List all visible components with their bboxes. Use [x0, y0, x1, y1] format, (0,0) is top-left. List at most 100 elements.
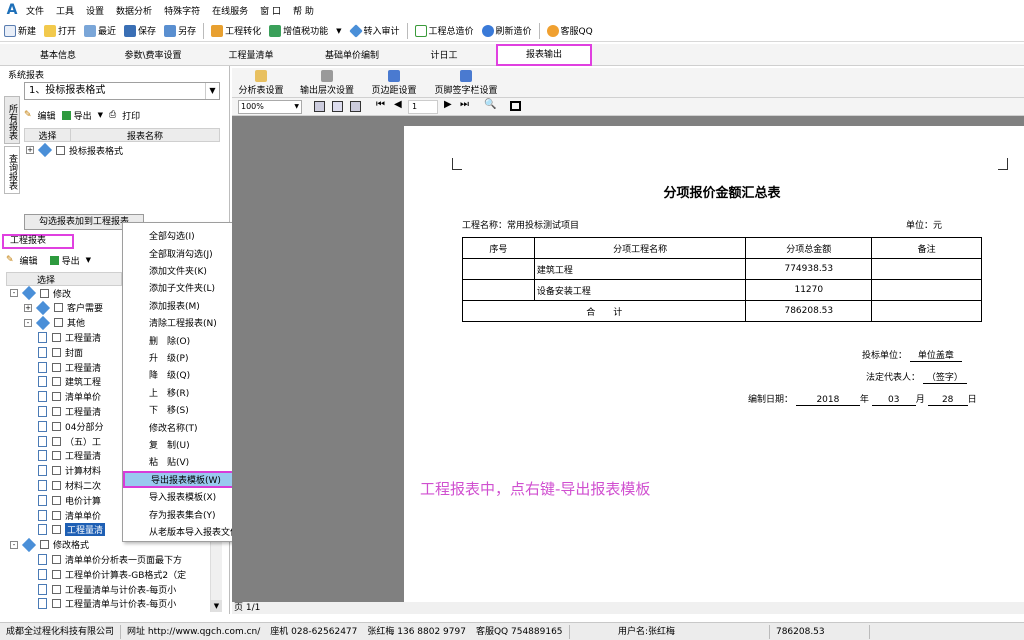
tree-checkbox[interactable] [52, 347, 61, 357]
project-reports-label[interactable]: 工程报表 [2, 234, 74, 249]
tab-query-reports[interactable]: 查询报表 [4, 146, 20, 194]
multi-page-icon[interactable] [350, 101, 361, 112]
customer-qq-button[interactable]: 客服QQ [546, 21, 593, 41]
total-cost-button[interactable]: 工程总造价 [414, 21, 474, 41]
tree-checkbox[interactable] [52, 599, 61, 609]
tab-unit-price[interactable]: 基础单价编制 [312, 47, 392, 65]
menu-tools[interactable]: 工具 [56, 4, 74, 17]
tree-checkbox[interactable] [52, 406, 61, 416]
tab-daywork[interactable]: 计日工 [416, 47, 472, 65]
zoom-icon[interactable]: 🔍 [484, 99, 496, 110]
tree-checkbox[interactable] [52, 362, 61, 372]
collapse-icon[interactable]: - [10, 289, 18, 297]
output-level-button[interactable]: 输出层次设置 [296, 70, 358, 96]
menu-special-chars[interactable]: 特殊字符 [164, 4, 200, 17]
save-button[interactable]: 保存 [124, 21, 156, 41]
tree-folder[interactable]: + 客户需要 [24, 300, 103, 315]
tree-item[interactable]: （五）工 [38, 434, 101, 448]
tree-item[interactable]: 清单单价 [38, 508, 101, 522]
tree-item[interactable]: 清单单价 [38, 390, 101, 404]
tree-item[interactable]: + 投标报表格式 [26, 142, 123, 158]
new-button[interactable]: 新建 [4, 21, 36, 41]
scroll-down-icon[interactable]: ▼ [211, 600, 222, 612]
tree-item[interactable]: 04分部分 [38, 419, 103, 433]
tree-checkbox[interactable] [54, 303, 63, 313]
expand-icon[interactable]: + [24, 303, 32, 312]
print-button[interactable]: 打印 [122, 109, 140, 122]
open-button[interactable]: 打开 [44, 21, 76, 41]
tree-folder[interactable]: - 修改 [10, 285, 71, 301]
tab-parameters[interactable]: 参数\费率设置 [108, 47, 198, 65]
tree-checkbox[interactable] [52, 554, 61, 564]
menu-online-service[interactable]: 在线服务 [212, 4, 248, 17]
refresh-cost-button[interactable]: 刷新造价 [481, 21, 532, 41]
tree-item[interactable]: 封面 [38, 345, 83, 359]
transfer-audit-button[interactable]: 转入审计 [348, 21, 400, 41]
tree-item[interactable]: 工程量清 [38, 330, 101, 344]
edit-button[interactable]: 编辑 [20, 254, 38, 267]
tab-all-reports[interactable]: 所有报表 [4, 96, 20, 144]
last-page-icon[interactable]: ⏭ [460, 99, 469, 110]
tree-item[interactable]: 工程量清 [38, 404, 101, 418]
tree-checkbox[interactable] [52, 584, 61, 594]
tree-checkbox[interactable] [40, 540, 49, 550]
edit-button[interactable]: 编辑 [38, 109, 56, 122]
collapse-icon[interactable]: - [10, 540, 18, 549]
menu-help[interactable]: 帮 助 [293, 4, 314, 17]
first-page-icon[interactable]: ⏮ [376, 99, 385, 110]
fit-width-icon[interactable] [332, 101, 343, 112]
tab-bill-of-quantities[interactable]: 工程量清单 [216, 47, 286, 65]
tree-checkbox[interactable] [52, 495, 61, 505]
export-button[interactable]: 导出 [74, 109, 92, 122]
tree-item[interactable]: 工程量清单与计价表-每页小 [38, 597, 176, 611]
tree-checkbox[interactable] [54, 318, 63, 328]
page-number-input[interactable]: 1 [408, 100, 438, 114]
menu-window[interactable]: 窗 口 [260, 4, 281, 17]
project-convert-button[interactable]: 工程转化 [211, 21, 261, 41]
prev-page-icon[interactable]: ◀ [394, 99, 402, 110]
tree-item[interactable]: 电价计算 [38, 493, 101, 507]
tab-basic-info[interactable]: 基本信息 [28, 47, 88, 65]
collapse-icon[interactable]: - [24, 318, 32, 327]
fullscreen-icon[interactable] [510, 101, 521, 111]
save-as-button[interactable]: 另存 [164, 21, 196, 41]
tree-folder[interactable]: - 修改格式 [10, 537, 89, 552]
tree-item[interactable]: 工程量清 [38, 523, 106, 537]
tree-item[interactable]: 材料二次 [38, 478, 101, 492]
tree-checkbox[interactable] [52, 392, 61, 402]
zoom-select[interactable]: 100% ▼ [238, 100, 302, 114]
tree-item[interactable]: 工程量清单与计价表-每页小 [38, 582, 176, 596]
tree-item[interactable]: 建筑工程 [38, 375, 101, 389]
tree-item[interactable]: 工程量清 [38, 360, 101, 374]
tree-checkbox[interactable] [52, 436, 61, 446]
menu-data-analysis[interactable]: 数据分析 [116, 4, 152, 17]
next-page-icon[interactable]: ▶ [444, 99, 452, 110]
tree-checkbox[interactable] [52, 421, 61, 431]
tree-checkbox[interactable] [40, 288, 49, 298]
footer-sign-settings-button[interactable]: 页脚签字栏设置 [430, 70, 502, 96]
recent-button[interactable]: 最近 [84, 21, 116, 41]
analysis-settings-button[interactable]: 分析表设置 [234, 70, 288, 96]
export-button[interactable]: 导出 [62, 254, 80, 267]
tree-checkbox[interactable] [52, 569, 61, 579]
tree-checkbox[interactable] [52, 451, 61, 461]
tree-item[interactable]: 工程量清 [38, 449, 101, 463]
tree-checkbox[interactable] [52, 332, 61, 342]
tree-checkbox[interactable] [56, 145, 65, 155]
tree-checkbox[interactable] [52, 525, 61, 535]
report-format-select[interactable]: 1、投标报表格式 ▼ [24, 82, 220, 100]
tree-checkbox[interactable] [52, 480, 61, 490]
tree-checkbox[interactable] [52, 466, 61, 476]
tree-item[interactable]: 清单单价分析表一页面最下方 [38, 552, 182, 566]
tree-item[interactable]: 工程单价计算表-GB格式2（定 [38, 567, 186, 581]
tab-report-output[interactable]: 报表输出 [496, 44, 592, 66]
tree-checkbox[interactable] [52, 377, 61, 387]
tree-checkbox[interactable] [52, 510, 61, 520]
margin-settings-button[interactable]: 页边距设置 [368, 70, 420, 96]
vat-button[interactable]: 增值税功能 ▼ [269, 21, 342, 41]
expand-icon[interactable]: + [26, 146, 34, 154]
tree-folder[interactable]: - 其他 [24, 315, 85, 330]
menu-file[interactable]: 文件 [26, 4, 44, 17]
menu-settings[interactable]: 设置 [86, 4, 104, 17]
fit-page-icon[interactable] [314, 101, 325, 112]
